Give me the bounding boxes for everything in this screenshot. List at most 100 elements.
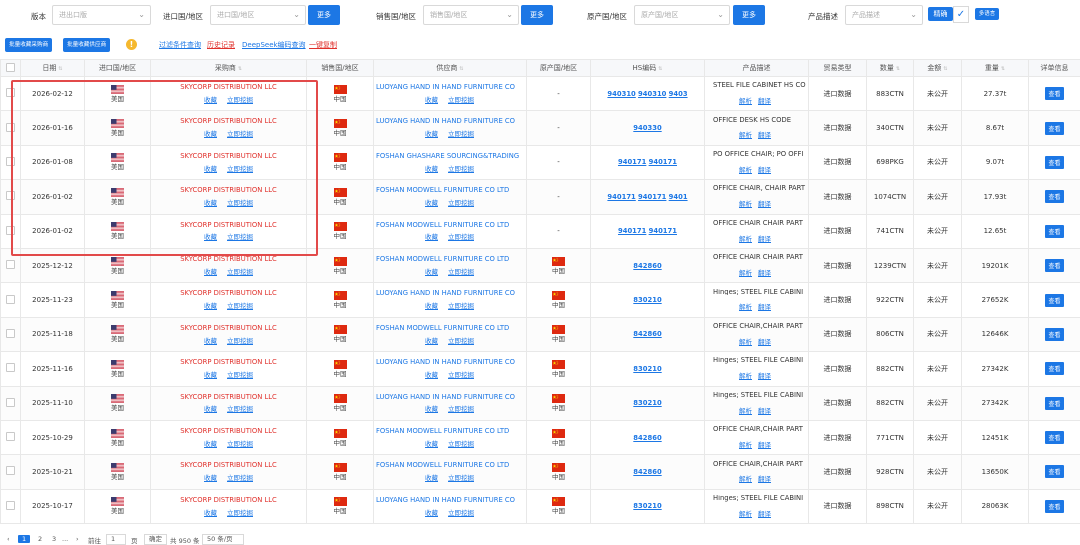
supplier-favorite-link[interactable]: 收藏 xyxy=(425,268,438,276)
prev-page-button[interactable]: ‹ xyxy=(7,535,10,543)
supplier-name-link[interactable]: FOSHAN GHASHARE SOURCING&TRADING xyxy=(375,153,526,160)
buyer-favorite-link[interactable]: 收藏 xyxy=(204,233,217,241)
supplier-name-link[interactable]: LUOYANG HAND IN HAND FURNITURE CO xyxy=(375,290,526,297)
buyer-favorite-link[interactable]: 收藏 xyxy=(204,509,217,517)
supplier-name-link[interactable]: LUOYANG HAND IN HAND FURNITURE CO xyxy=(375,359,526,366)
supplier-name-link[interactable]: LUOYANG HAND IN HAND FURNITURE CO xyxy=(375,394,526,401)
header-supplier[interactable]: 供应商 ⇅ xyxy=(373,59,527,77)
buyer-favorite-link[interactable]: 收藏 xyxy=(204,440,217,448)
supplier-favorite-link[interactable]: 收藏 xyxy=(425,405,438,413)
analyze-link[interactable]: 解析 xyxy=(739,303,752,311)
supplier-name-link[interactable]: LUOYANG HAND IN HAND FURNITURE CO xyxy=(375,118,526,125)
sort-icon[interactable]: ⇅ xyxy=(658,66,662,72)
buyer-favorite-link[interactable]: 收藏 xyxy=(204,474,217,482)
import-more-button[interactable]: 更多 xyxy=(308,5,340,25)
analyze-link[interactable]: 解析 xyxy=(739,441,752,449)
supplier-mine-link[interactable]: 立即挖掘 xyxy=(448,130,474,138)
row-checkbox[interactable] xyxy=(6,225,15,235)
warning-icon[interactable]: ! xyxy=(126,39,137,50)
buyer-mine-link[interactable]: 立即挖掘 xyxy=(227,405,253,413)
buyer-name-link[interactable]: SKYCORP DISTRIBUTION LLC xyxy=(152,290,306,297)
view-detail-button[interactable]: 查看 xyxy=(1045,224,1064,238)
translate-link[interactable]: 翻译 xyxy=(758,303,771,311)
translate-link[interactable]: 翻译 xyxy=(758,338,771,346)
select-all-cell[interactable] xyxy=(0,59,21,77)
page-3-button[interactable]: 3 xyxy=(52,535,56,543)
confirm-page-button[interactable]: 确定 xyxy=(144,534,167,545)
supplier-favorite-link[interactable]: 收藏 xyxy=(425,337,438,345)
buyer-name-link[interactable]: SKYCORP DISTRIBUTION LLC xyxy=(152,393,306,401)
analyze-link[interactable]: 解析 xyxy=(739,166,752,174)
supplier-favorite-link[interactable]: 收藏 xyxy=(425,440,438,448)
translate-link[interactable]: 翻译 xyxy=(758,475,771,483)
analyze-link[interactable]: 解析 xyxy=(739,475,752,483)
view-detail-button[interactable]: 查看 xyxy=(1045,431,1064,445)
row-checkbox[interactable] xyxy=(6,156,15,166)
supplier-mine-link[interactable]: 立即挖掘 xyxy=(448,302,474,310)
hs-code-link[interactable]: 9401 xyxy=(669,193,688,201)
exact-match-button[interactable]: 精确 xyxy=(928,7,953,21)
supplier-mine-link[interactable]: 立即挖掘 xyxy=(448,509,474,517)
view-detail-button[interactable]: 查看 xyxy=(1045,259,1064,273)
row-checkbox[interactable] xyxy=(6,500,15,510)
row-checkbox[interactable] xyxy=(6,363,15,373)
page-2-button[interactable]: 2 xyxy=(38,535,42,543)
buyer-name-link[interactable]: SKYCORP DISTRIBUTION LLC xyxy=(152,324,306,332)
select-all-checkbox[interactable] xyxy=(6,62,15,72)
supplier-favorite-link[interactable]: 收藏 xyxy=(425,165,438,173)
view-detail-button[interactable]: 查看 xyxy=(1045,87,1064,101)
buyer-mine-link[interactable]: 立即挖掘 xyxy=(227,233,253,241)
buyer-favorite-link[interactable]: 收藏 xyxy=(204,199,217,207)
analyze-link[interactable]: 解析 xyxy=(739,338,752,346)
row-select-cell[interactable] xyxy=(0,351,21,387)
buyer-mine-link[interactable]: 立即挖掘 xyxy=(227,474,253,482)
buyer-mine-link[interactable]: 立即挖掘 xyxy=(227,302,253,310)
analyze-link[interactable]: 解析 xyxy=(739,407,752,415)
analyze-link[interactable]: 解析 xyxy=(739,131,752,139)
supplier-name-link[interactable]: LUOYANG HAND IN HAND FURNITURE CO xyxy=(375,497,526,504)
supplier-name-link[interactable]: FOSHAN MODWELL FURNITURE CO LTD xyxy=(375,256,526,263)
buyer-favorite-link[interactable]: 收藏 xyxy=(204,405,217,413)
buyer-favorite-link[interactable]: 收藏 xyxy=(204,165,217,173)
view-detail-button[interactable]: 查看 xyxy=(1045,396,1064,410)
hs-code-link[interactable]: 940171 xyxy=(618,227,646,235)
hs-code-link[interactable]: 940310 xyxy=(607,90,635,98)
buyer-favorite-link[interactable]: 收藏 xyxy=(204,337,217,345)
translate-link[interactable]: 翻译 xyxy=(758,166,771,174)
view-detail-button[interactable]: 查看 xyxy=(1045,293,1064,307)
translate-link[interactable]: 翻译 xyxy=(758,97,771,105)
copy-all-link[interactable]: 一键复制 xyxy=(309,40,337,50)
header-date[interactable]: 日期 ⇅ xyxy=(20,59,85,77)
sort-icon[interactable]: ⇅ xyxy=(58,66,62,72)
buyer-name-link[interactable]: SKYCORP DISTRIBUTION LLC xyxy=(152,462,306,469)
supplier-mine-link[interactable]: 立即挖掘 xyxy=(448,233,474,241)
row-select-cell[interactable] xyxy=(0,419,21,456)
buyer-favorite-link[interactable]: 收藏 xyxy=(204,371,217,379)
hs-code-link[interactable]: 830210 xyxy=(633,365,661,373)
translate-link[interactable]: 翻译 xyxy=(758,131,771,139)
row-select-cell[interactable] xyxy=(0,247,21,284)
hs-code-link[interactable]: 842860 xyxy=(633,262,661,270)
hs-code-link[interactable]: 830210 xyxy=(633,502,661,510)
hs-code-link[interactable]: 940171 xyxy=(649,158,677,166)
buyer-name-link[interactable]: SKYCORP DISTRIBUTION LLC xyxy=(152,221,306,229)
row-select-cell[interactable] xyxy=(0,385,21,421)
row-select-cell[interactable] xyxy=(0,110,21,146)
supplier-mine-link[interactable]: 立即挖掘 xyxy=(448,268,474,276)
buyer-mine-link[interactable]: 立即挖掘 xyxy=(227,509,253,517)
bulk-favorite-supplier-button[interactable]: 批量收藏供应商 xyxy=(63,38,111,52)
translate-link[interactable]: 翻译 xyxy=(758,372,771,380)
supplier-name-link[interactable]: FOSHAN MODWELL FURNITURE CO LTD xyxy=(375,428,526,435)
supplier-mine-link[interactable]: 立即挖掘 xyxy=(448,474,474,482)
translate-link[interactable]: 翻译 xyxy=(758,200,771,208)
buyer-favorite-link[interactable]: 收藏 xyxy=(204,268,217,276)
supplier-favorite-link[interactable]: 收藏 xyxy=(425,474,438,482)
row-select-cell[interactable] xyxy=(0,316,21,353)
row-select-cell[interactable] xyxy=(0,454,21,490)
supplier-mine-link[interactable]: 立即挖掘 xyxy=(448,405,474,413)
supplier-mine-link[interactable]: 立即挖掘 xyxy=(448,440,474,448)
bulk-favorite-buyer-button[interactable]: 批量收藏采购商 xyxy=(5,38,53,52)
translate-link[interactable]: 翻译 xyxy=(758,510,771,518)
deepseek-query-link[interactable]: DeepSeek编码查询 xyxy=(242,40,306,50)
hs-code-link[interactable]: 9403 xyxy=(669,90,688,98)
